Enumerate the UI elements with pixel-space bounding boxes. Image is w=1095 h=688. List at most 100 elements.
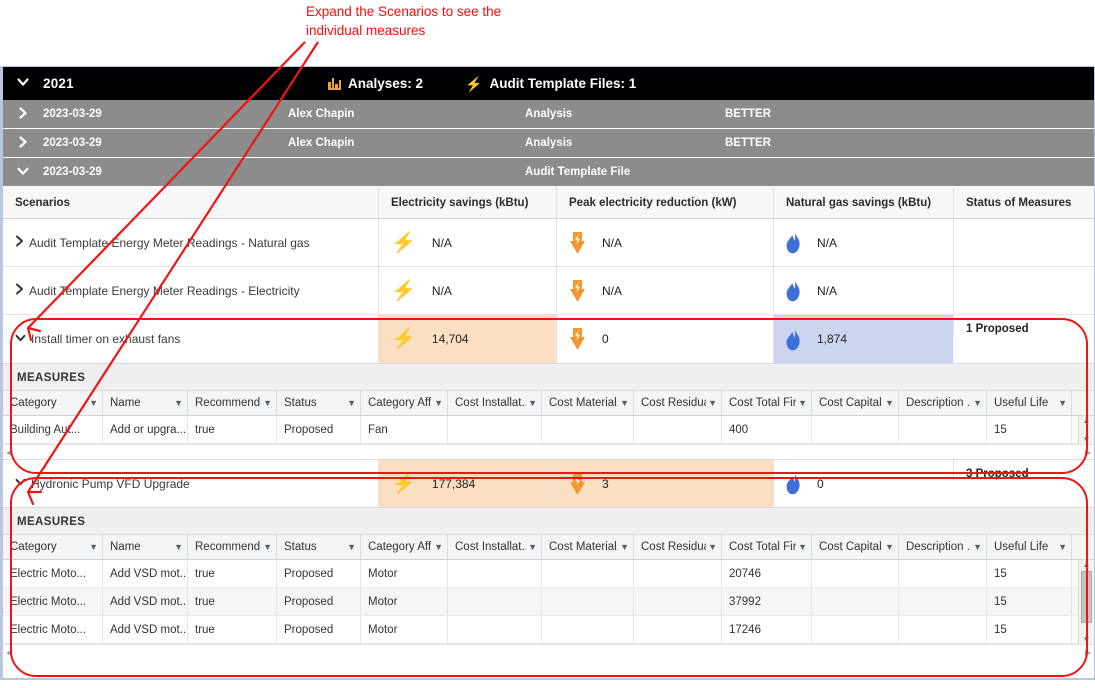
chevron-down-icon[interactable]: ▼: [620, 542, 629, 552]
chevron-down-icon[interactable]: ▼: [347, 542, 356, 552]
cell-category-affected: Motor: [361, 616, 448, 643]
chevron-down-icon[interactable]: ▼: [885, 542, 894, 552]
cell-cost-installation: [448, 560, 542, 587]
scenario-expand-twisty-icon[interactable]: [15, 283, 24, 298]
scenario-name-cell[interactable]: Audit Template Energy Meter Readings - E…: [3, 267, 378, 314]
measures-col-status[interactable]: Status ▼: [277, 535, 361, 559]
measures-col-recommended[interactable]: Recommend.. ▼: [188, 391, 277, 415]
analysis-row[interactable]: 2023-03-29 Alex Chapin Analysis BETTER: [3, 100, 1094, 129]
measures-col-cost-total-first[interactable]: Cost Total Fir.. ▼: [722, 391, 812, 415]
chevron-down-icon[interactable]: ▼: [434, 542, 443, 552]
chevron-down-icon[interactable]: ▼: [174, 542, 183, 552]
scroll-right-arrow-icon[interactable]: ▶: [1085, 648, 1091, 657]
table-row[interactable]: Electric Moto... Add VSD mot... true Pro…: [3, 588, 1094, 616]
collapse-chevron-icon[interactable]: [3, 164, 43, 181]
audit-template-file-row[interactable]: 2023-03-29 Audit Template File: [3, 158, 1094, 187]
natural-gas-savings-cell: N/A: [773, 267, 953, 314]
year-collapse-chevron-icon[interactable]: [3, 75, 43, 93]
scenario-row[interactable]: Audit Template Energy Meter Readings - E…: [3, 267, 1094, 315]
chevron-down-icon[interactable]: ▼: [263, 398, 272, 408]
scenario-row[interactable]: Install timer on exhaust fans ⚡ 14,704 0…: [3, 315, 1094, 363]
scenario-row[interactable]: Audit Template Energy Meter Readings - N…: [3, 219, 1094, 267]
measures-vertical-scrollbar[interactable]: ▲ ▼: [1078, 560, 1094, 644]
measures-col-cost-installation[interactable]: Cost Installat.. ▼: [448, 391, 542, 415]
scrollbar-thumb[interactable]: [1081, 571, 1092, 623]
measures-col-category-affected[interactable]: Category Aff.. ▼: [361, 391, 448, 415]
measures-col-cost-capital[interactable]: Cost Capital ▼: [812, 391, 899, 415]
chevron-down-icon[interactable]: ▼: [1058, 542, 1067, 552]
chevron-down-icon[interactable]: ▼: [973, 542, 982, 552]
year-bar[interactable]: 2021 Analyses: 2 ⚡ Audit Template Files:…: [3, 67, 1094, 100]
measures-col-category[interactable]: Category ▼: [3, 535, 103, 559]
chevron-down-icon[interactable]: ▼: [798, 398, 807, 408]
bolt-down-arrow-icon: [569, 472, 586, 496]
measures-col-category-affected[interactable]: Category Aff.. ▼: [361, 535, 448, 559]
col-label: Category: [10, 541, 57, 553]
measures-horizontal-scrollbar[interactable]: ◀ ▶: [3, 644, 1094, 659]
col-label: Status: [284, 541, 317, 553]
chevron-down-icon[interactable]: ▼: [434, 398, 443, 408]
col-label: Recommend..: [195, 397, 262, 409]
chevron-down-icon[interactable]: ▼: [347, 398, 356, 408]
chevron-down-icon[interactable]: ▼: [620, 398, 629, 408]
measures-col-status[interactable]: Status ▼: [277, 391, 361, 415]
measures-horizontal-scrollbar[interactable]: ◀ ▶: [3, 444, 1094, 459]
scenario-expand-twisty-icon[interactable]: [15, 235, 24, 250]
measures-panel: MEASURES Category ▼ Name ▼ Recommend.. ▼ St…: [3, 363, 1094, 459]
scenario-row[interactable]: Hydronic Pump VFD Upgrade ⚡ 177,384 3 0 …: [3, 459, 1094, 507]
chevron-down-icon[interactable]: ▼: [973, 398, 982, 408]
measures-col-cost-total-first[interactable]: Cost Total Fir.. ▼: [722, 535, 812, 559]
measures-col-name[interactable]: Name ▼: [103, 391, 188, 415]
chevron-down-icon[interactable]: ▼: [263, 542, 272, 552]
expand-chevron-icon[interactable]: [3, 135, 43, 152]
measures-col-recommended[interactable]: Recommend.. ▼: [188, 535, 277, 559]
audit-files-stat: ⚡ Audit Template Files: 1: [465, 76, 636, 91]
analysis-row[interactable]: 2023-03-29 Alex Chapin Analysis BETTER: [3, 129, 1094, 158]
scroll-right-arrow-icon[interactable]: ▶: [1085, 448, 1091, 457]
measures-col-useful-life[interactable]: Useful Life ▼: [987, 535, 1072, 559]
chevron-down-icon[interactable]: ▼: [528, 542, 537, 552]
chevron-down-icon[interactable]: ▼: [885, 398, 894, 408]
measures-col-cost-material[interactable]: Cost Material.. ▼: [542, 535, 634, 559]
measures-col-useful-life[interactable]: Useful Life ▼: [987, 391, 1072, 415]
scroll-up-arrow-icon[interactable]: ▲: [1083, 560, 1091, 569]
chevron-down-icon[interactable]: ▼: [708, 542, 717, 552]
measures-vertical-scrollbar[interactable]: ▲ ▼: [1078, 416, 1094, 444]
scenario-name-cell[interactable]: Install timer on exhaust fans: [3, 315, 378, 363]
measures-col-cost-installation[interactable]: Cost Installat.. ▼: [448, 535, 542, 559]
measures-col-cost-residual[interactable]: Cost Residua..▼: [634, 535, 722, 559]
measures-col-category[interactable]: Category ▼: [3, 391, 103, 415]
scroll-left-arrow-icon[interactable]: ◀: [6, 448, 12, 457]
scroll-up-arrow-icon[interactable]: ▲: [1083, 416, 1091, 425]
flame-icon: [786, 231, 801, 254]
scenario-name-cell[interactable]: Audit Template Energy Meter Readings - N…: [3, 219, 378, 266]
scroll-down-arrow-icon[interactable]: ▼: [1083, 435, 1091, 444]
measures-col-cost-material[interactable]: Cost Material.. ▼: [542, 391, 634, 415]
measures-col-name[interactable]: Name ▼: [103, 535, 188, 559]
expand-chevron-icon[interactable]: [3, 106, 43, 123]
table-row[interactable]: Electric Moto... Add VSD mot... true Pro…: [3, 616, 1094, 644]
scenario-collapse-twisty-icon[interactable]: [15, 477, 26, 490]
scenario-collapse-twisty-icon[interactable]: [15, 333, 26, 346]
measures-col-description[interactable]: Description .. ▼: [899, 535, 987, 559]
chevron-down-icon[interactable]: ▼: [89, 398, 98, 408]
cell-status: Proposed: [277, 588, 361, 615]
scroll-down-arrow-icon[interactable]: ▼: [1083, 635, 1091, 644]
scenario-name-cell[interactable]: Hydronic Pump VFD Upgrade: [3, 460, 378, 507]
chevron-down-icon[interactable]: ▼: [528, 398, 537, 408]
peak-reduction-cell: N/A: [556, 267, 773, 314]
col-label: Cost Material..: [549, 541, 619, 553]
bolt-down-arrow-icon: [569, 231, 586, 255]
chevron-down-icon[interactable]: ▼: [1058, 398, 1067, 408]
chevron-down-icon[interactable]: ▼: [798, 542, 807, 552]
measures-col-description[interactable]: Description .. ▼: [899, 391, 987, 415]
analysis-flag: BETTER: [725, 137, 771, 149]
chevron-down-icon[interactable]: ▼: [708, 398, 717, 408]
table-row[interactable]: Building Aut... Add or upgra... true Pro…: [3, 416, 1094, 444]
measures-col-cost-capital[interactable]: Cost Capital ▼: [812, 535, 899, 559]
table-row[interactable]: Electric Moto... Add VSD mot... true Pro…: [3, 560, 1094, 588]
chevron-down-icon[interactable]: ▼: [89, 542, 98, 552]
chevron-down-icon[interactable]: ▼: [174, 398, 183, 408]
measures-col-cost-residual[interactable]: Cost Residua..▼: [634, 391, 722, 415]
scroll-left-arrow-icon[interactable]: ◀: [6, 648, 12, 657]
